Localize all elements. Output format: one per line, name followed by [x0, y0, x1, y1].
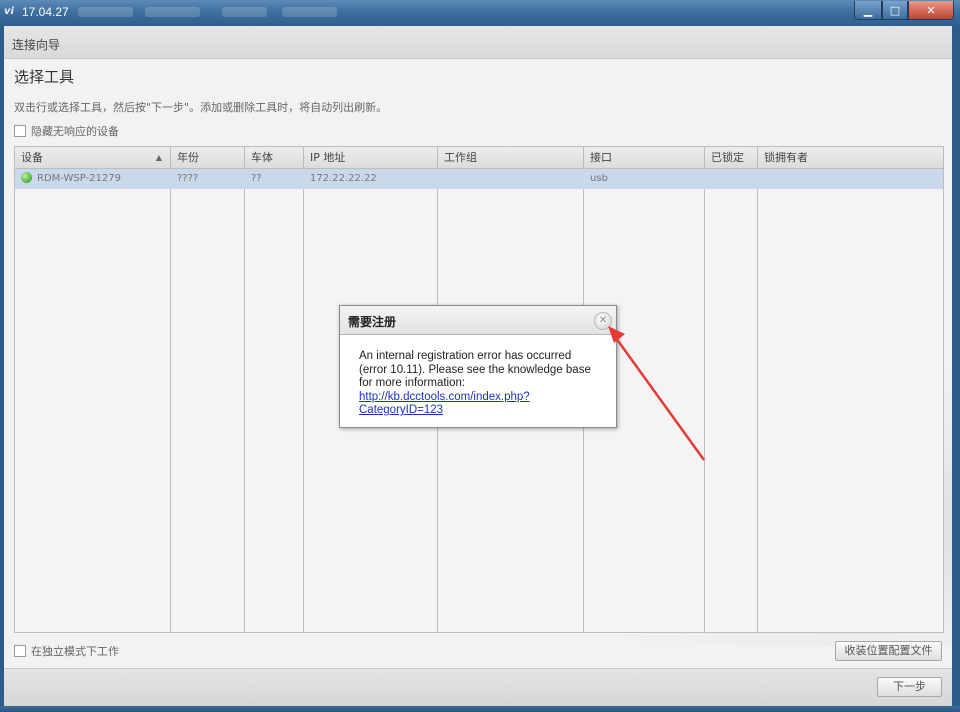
- registration-dialog: 需要注册 ✕ An internal registration error ha…: [339, 305, 617, 428]
- instructions-text: 双击行或选择工具，然后按"下一步"。添加或删除工具时，将自动列出刷新。: [14, 101, 388, 114]
- standalone-mode-label: 在独立模式下工作: [31, 645, 119, 658]
- column-divider: [704, 169, 705, 632]
- column-header-ip[interactable]: IP 地址: [304, 147, 438, 168]
- blurred-title-region: [145, 7, 200, 17]
- wizard-footer: [4, 668, 952, 706]
- maximize-button[interactable]: □: [882, 1, 908, 20]
- page-title: 选择工具: [14, 68, 75, 86]
- blurred-title-region: [282, 7, 337, 17]
- window-bottom-border: [0, 706, 960, 712]
- close-window-button[interactable]: ✕: [908, 1, 954, 20]
- message-line: An internal registration error has occur…: [359, 350, 572, 362]
- cell-body: ??: [251, 173, 262, 184]
- column-header-device[interactable]: 设备 ▲: [15, 147, 171, 168]
- hide-unresponsive-label: 隐藏无响应的设备: [31, 125, 119, 138]
- message-line: (error 10.11). Please see the knowledge …: [359, 363, 591, 376]
- title-bar[interactable]: vi 17.04.27 ▁ □ ✕: [0, 0, 960, 26]
- dialog-message: An internal registration error has occur…: [359, 350, 599, 418]
- column-divider: [757, 169, 758, 632]
- table-header: 设备 ▲ 年份 车体 IP 地址 工作组 接口 已锁定 锁拥有者: [15, 147, 943, 169]
- device-name: RDM-WSP-21279: [37, 173, 121, 184]
- wizard-title: 连接向导: [12, 38, 61, 52]
- table-row[interactable]: RDM-WSP-21279 ???? ?? 172.22.22.22 usb: [15, 169, 943, 189]
- window-title: 17.04.27: [22, 5, 69, 19]
- dialog-title: 需要注册: [348, 315, 397, 329]
- column-header-lock-owner[interactable]: 锁拥有者: [758, 147, 943, 168]
- standalone-mode-option[interactable]: 在独立模式下工作: [14, 643, 119, 659]
- column-header-workgroup[interactable]: 工作组: [438, 147, 584, 168]
- column-header-body[interactable]: 车体: [245, 147, 304, 168]
- next-button[interactable]: 下一步: [877, 677, 942, 697]
- column-divider: [170, 169, 171, 632]
- column-divider: [244, 169, 245, 632]
- link-line[interactable]: CategoryID=123: [359, 404, 443, 416]
- cell-device: RDM-WSP-21279: [15, 169, 171, 189]
- standalone-mode-checkbox[interactable]: [14, 645, 26, 657]
- cell-workgroup: [438, 169, 584, 189]
- window-controls: ▁ □ ✕: [854, 1, 954, 20]
- hide-unresponsive-option[interactable]: 隐藏无响应的设备: [14, 123, 119, 139]
- column-divider: [303, 169, 304, 632]
- cell-year: ????: [177, 173, 199, 184]
- sort-ascending-icon: ▲: [155, 153, 162, 162]
- column-header-year[interactable]: 年份: [171, 147, 245, 168]
- minimize-button[interactable]: ▁: [854, 1, 882, 20]
- link-line[interactable]: http://kb.dcctools.com/index.php?: [359, 391, 530, 403]
- knowledge-base-link[interactable]: http://kb.dcctools.com/index.php? Catego…: [359, 391, 599, 418]
- install-config-button[interactable]: 收装位置配置文件: [835, 641, 942, 661]
- app-icon: vi: [4, 6, 14, 17]
- blurred-title-region: [78, 7, 133, 17]
- cell-ip: 172.22.22.22: [310, 173, 377, 184]
- dialog-header: 需要注册 ✕: [340, 306, 616, 335]
- cell-locked: [705, 169, 758, 189]
- column-header-label: 设备: [21, 151, 43, 164]
- message-line: for more information:: [359, 377, 466, 389]
- close-icon[interactable]: ✕: [594, 312, 612, 330]
- column-header-locked[interactable]: 已锁定: [705, 147, 758, 168]
- hide-unresponsive-checkbox[interactable]: [14, 125, 26, 137]
- column-header-interface[interactable]: 接口: [584, 147, 705, 168]
- blurred-title-region: [222, 7, 267, 17]
- online-status-icon: [21, 171, 32, 183]
- cell-lock-owner: [758, 169, 943, 189]
- wizard-header: 连接向导: [4, 26, 952, 59]
- cell-interface: usb: [590, 173, 608, 184]
